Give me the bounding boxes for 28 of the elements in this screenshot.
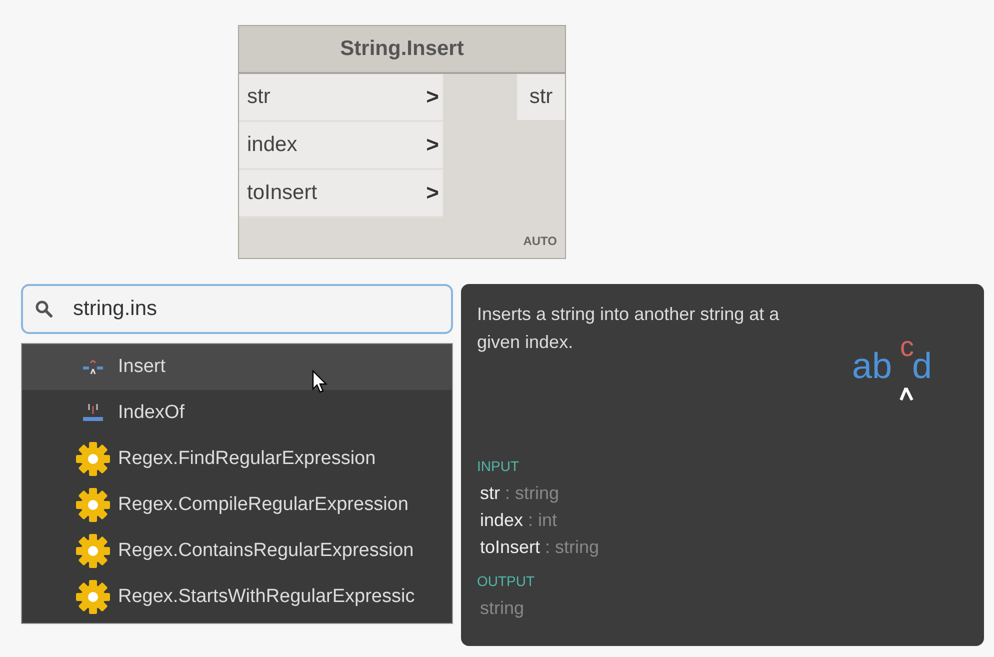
lacing-label: AUTO <box>523 234 557 248</box>
result-item[interactable]: Regex.FindRegularExpression <box>22 436 452 482</box>
input-port[interactable]: toInsert > <box>239 170 443 218</box>
gear-icon <box>75 579 111 615</box>
search-field[interactable]: string.ins <box>21 284 453 334</box>
result-item[interactable]: Regex.ContainsRegularExpression <box>22 528 452 574</box>
gear-icon <box>75 487 111 523</box>
input-port[interactable]: index > <box>239 122 443 170</box>
output-type: string <box>479 597 526 620</box>
insert-icon <box>82 359 104 375</box>
parameter-text: index : int <box>479 509 558 532</box>
mouse-cursor-icon <box>312 370 328 394</box>
result-item[interactable]: IndexOf <box>22 390 452 436</box>
parameter-text: toInsert : string <box>479 536 600 559</box>
result-item[interactable]: Regex.CompileRegularExpression <box>22 482 452 528</box>
result-item[interactable]: Insert <box>22 344 452 390</box>
gear-icon <box>75 441 111 477</box>
gear-icon <box>75 533 111 569</box>
output-port[interactable]: str <box>517 74 565 120</box>
description-text: Inserts a string into another string at a given index. <box>477 303 780 354</box>
node-title: String.Insert <box>239 26 565 74</box>
output-heading: OUTPUT <box>477 573 536 589</box>
result-item[interactable]: Regex.StartsWithRegularExpressic <box>22 574 452 620</box>
node-card[interactable]: String.Insert str > index > toInsert > str AUTO <box>238 25 566 259</box>
input-heading: INPUT <box>477 458 520 474</box>
parameter-text: str : string <box>479 482 560 505</box>
index-icon <box>82 403 104 423</box>
input-port[interactable]: str > <box>239 74 443 122</box>
